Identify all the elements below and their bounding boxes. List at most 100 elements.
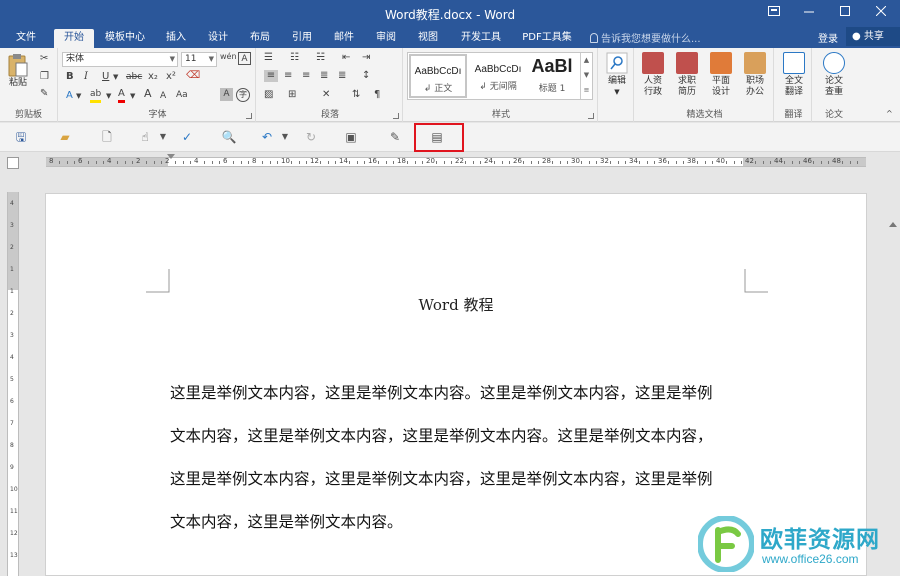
chevron-down-icon[interactable]: ▼ [152, 128, 174, 146]
paper-check-button[interactable]: 论文 查重 [817, 52, 851, 98]
style-normal[interactable]: AaBbCcDı ↲ 正文 [409, 54, 467, 98]
chevron-down-icon[interactable]: ▼ [113, 71, 118, 83]
ruler-tick [421, 161, 423, 164]
template-office-button[interactable]: 职场 办公 [738, 52, 772, 98]
enclose-char-button[interactable]: 字 [236, 88, 250, 102]
sign-in-link[interactable]: 登录 [818, 30, 838, 45]
sort-icon[interactable]: ⇅ [352, 89, 360, 101]
grow-font-button[interactable]: A [144, 88, 152, 100]
new-document-icon[interactable]: 🗋 [96, 128, 118, 146]
template-hr-button[interactable]: 人资 行政 [636, 52, 670, 98]
template-resume-button[interactable]: 求职 简历 [670, 52, 704, 98]
tab-file[interactable]: 文件 [8, 29, 44, 48]
shading-icon[interactable]: ▨ [264, 89, 273, 101]
align-right-icon[interactable]: ≡ [302, 70, 310, 82]
phonetic-guide-button[interactable]: wén [220, 51, 237, 63]
share-button[interactable]: ● 共享 [846, 27, 900, 46]
tab-templates[interactable]: 模板中心 [100, 29, 150, 48]
ruler-tick [233, 161, 235, 164]
format-painter-icon[interactable]: ✎ [40, 88, 48, 100]
ribbon-display-options-button[interactable] [757, 0, 791, 26]
template-design-button[interactable]: 平面 设计 [704, 52, 738, 98]
show-marks-icon[interactable]: ¶ [374, 89, 380, 101]
italic-button[interactable]: I [84, 71, 88, 83]
full-translate-button[interactable]: 全文 翻译 [777, 52, 811, 98]
subscript-button[interactable]: x₂ [148, 71, 158, 83]
ruler-tick [617, 161, 619, 164]
styles-scroll[interactable]: ▲ ▼ ≡ [580, 53, 592, 99]
highlight-button[interactable]: ab [90, 88, 102, 103]
chevron-down-icon[interactable]: ▼ [130, 90, 135, 102]
paste-button[interactable]: 粘贴 [4, 52, 32, 89]
superscript-button[interactable]: x² [166, 71, 176, 83]
tab-view[interactable]: 视图 [410, 29, 446, 48]
tab-review[interactable]: 审阅 [368, 29, 404, 48]
ruler-tick [240, 161, 242, 164]
tab-pdf-tools[interactable]: PDF工具集 [516, 29, 578, 48]
change-case-button[interactable]: Aa [176, 89, 188, 101]
line-spacing-icon[interactable]: ↕ [362, 70, 370, 82]
text-effects-button[interactable]: A [66, 90, 73, 102]
spelling-icon[interactable]: ✓ [176, 128, 198, 146]
char-border-button[interactable]: A [238, 52, 251, 65]
style-heading-1[interactable]: AaBl 标题 1 [526, 54, 578, 98]
tab-mailings[interactable]: 邮件 [326, 29, 362, 48]
cut-icon[interactable]: ✂ [40, 53, 48, 65]
font-size-combo[interactable]: 11 ▼ [181, 52, 217, 67]
decrease-indent-icon[interactable]: ⇤ [342, 52, 350, 64]
chevron-down-icon[interactable]: ▼ [274, 128, 296, 146]
tab-developer[interactable]: 开发工具 [452, 29, 510, 48]
tab-references[interactable]: 引用 [284, 29, 320, 48]
editing-button[interactable]: 编辑 ▼ [600, 52, 634, 98]
clear-formatting-icon[interactable]: ⌫ [186, 70, 200, 82]
ruler-number: 1 [10, 266, 14, 273]
minimize-button[interactable] [792, 0, 826, 26]
distributed-icon[interactable]: ≣ [338, 70, 346, 82]
redo-icon[interactable]: ↻ [300, 128, 322, 146]
chevron-down-icon[interactable]: ▼ [106, 90, 111, 102]
vertical-ruler[interactable]: 4 3 2 1 1 2 3 4 5 6 7 8 9 10 11 12 13 [7, 192, 19, 576]
chinese-layout-icon[interactable]: ✕ [322, 89, 330, 101]
align-center-icon[interactable]: ≡ [284, 70, 292, 82]
ruler-number: 6 [223, 157, 228, 165]
collapse-ribbon-icon[interactable]: ^ [886, 108, 893, 120]
tab-selector[interactable] [7, 157, 19, 169]
chevron-down-icon[interactable]: ▼ [76, 90, 81, 102]
ruler-number: 4 [107, 157, 112, 165]
close-button[interactable] [864, 0, 898, 26]
horizontal-ruler[interactable]: 8 6 4 2 2 4 6 8 10 12 14 16 18 20 22 24 26 28 30 32 34 36 38 40… [46, 154, 866, 167]
char-shading-button[interactable]: A [220, 88, 233, 101]
bold-button[interactable]: B [66, 71, 74, 83]
tell-me-search[interactable]: 告诉我您想要做什么... [590, 30, 701, 45]
tab-home[interactable]: 开始 [54, 29, 94, 48]
justify-icon[interactable]: ≣ [320, 70, 328, 82]
print-preview-icon[interactable]: 🔍 [218, 128, 240, 146]
edit-doc-icon[interactable]: ✎ [384, 128, 406, 146]
align-left-icon[interactable]: ≡ [264, 70, 278, 82]
bullets-icon[interactable]: ☰ [264, 52, 273, 64]
tab-design[interactable]: 设计 [200, 29, 236, 48]
copy-icon[interactable]: ❐ [40, 71, 49, 83]
highlight-annotation [414, 123, 464, 152]
shrink-font-button[interactable]: A [160, 90, 166, 102]
numbering-icon[interactable]: ☷ [290, 52, 299, 64]
font-color-button[interactable]: A [118, 88, 125, 103]
font-name-combo[interactable]: 宋体 ▼ [62, 52, 178, 67]
ruler-tick [726, 161, 728, 164]
increase-indent-icon[interactable]: ⇥ [362, 52, 370, 64]
tab-insert[interactable]: 插入 [158, 29, 194, 48]
screen-icon[interactable]: ▣ [340, 128, 362, 146]
watermark-brand: 欧菲资源网 [760, 527, 880, 553]
tab-layout[interactable]: 布局 [242, 29, 278, 48]
style-no-spacing[interactable]: AaBbCcDı ↲ 无间隔 [469, 54, 527, 98]
ruler-tick [95, 161, 97, 164]
ruler-tick [436, 161, 438, 164]
open-folder-icon[interactable]: ▰ [54, 128, 76, 146]
borders-icon[interactable]: ⊞ [288, 89, 296, 101]
maximize-button[interactable] [828, 0, 862, 26]
strikethrough-button[interactable]: abc [126, 71, 142, 83]
underline-button[interactable]: U [102, 71, 109, 83]
scroll-up-icon[interactable] [889, 222, 897, 227]
save-icon[interactable]: 🖫 [10, 128, 32, 146]
multilevel-list-icon[interactable]: ☵ [316, 52, 325, 64]
